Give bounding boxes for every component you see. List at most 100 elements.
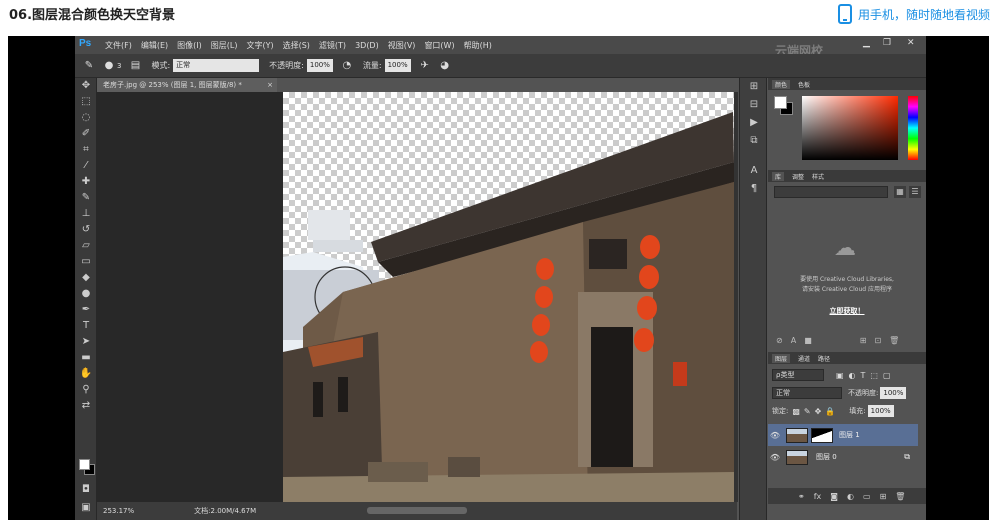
canvas[interactable] <box>283 92 734 502</box>
layer-filter-icons[interactable]: ▣◐T⬚▢ <box>836 371 896 380</box>
menu-layer[interactable]: 图层(L) <box>211 40 238 51</box>
grid-view-icon[interactable]: ▦ <box>894 186 906 198</box>
add-mask-icon[interactable]: ◙ <box>830 492 838 501</box>
character-icon[interactable]: A <box>740 162 768 180</box>
foreground-color-swatch[interactable] <box>79 459 90 470</box>
layer-opacity-input[interactable]: 100% <box>880 387 907 399</box>
zoom-tool-icon[interactable]: ⚲ <box>75 382 97 398</box>
adjustment-layer-icon[interactable]: ◐ <box>847 492 854 501</box>
minimize-button[interactable]: ▁ <box>863 38 870 48</box>
color-fg-swatch[interactable] <box>774 96 787 109</box>
get-now-link[interactable]: 立即获取！ <box>768 306 926 316</box>
menu-view[interactable]: 视图(V) <box>388 40 416 51</box>
layer-style-icon[interactable]: fx <box>814 492 822 501</box>
opacity-input[interactable]: 100% <box>306 59 333 72</box>
pen-tool-icon[interactable]: ✒ <box>75 302 97 318</box>
color-field[interactable] <box>802 96 898 160</box>
path-select-tool-icon[interactable]: ➤ <box>75 334 97 350</box>
lock-icons[interactable]: ▩✎✥🔒 <box>792 407 839 416</box>
layer-row-0[interactable]: 👁 图层 0 ⧉ <box>768 446 918 468</box>
mobile-link[interactable]: 用手机，随时随地看视频 <box>837 4 990 24</box>
tab-libraries[interactable]: 库 <box>772 171 785 181</box>
properties-icon[interactable]: ⊟ <box>740 96 768 114</box>
tab-channels[interactable]: 通道 <box>798 354 810 363</box>
type-tool-icon[interactable]: T <box>75 318 97 334</box>
visibility-eye-icon[interactable]: 👁 <box>768 453 782 462</box>
tab-styles[interactable]: 样式 <box>812 172 824 181</box>
pressure-opacity-icon[interactable]: ◔ <box>341 60 353 72</box>
tab-layers[interactable]: 图层 <box>772 353 791 363</box>
airbrush-icon[interactable]: ✈ <box>419 60 431 72</box>
eyedropper-tool-icon[interactable]: ⁄ <box>75 158 97 174</box>
brush-tool-icon[interactable]: ✎ <box>83 60 95 72</box>
move-tool-icon[interactable]: ✥ <box>75 78 97 94</box>
menu-type[interactable]: 文字(Y) <box>246 40 273 51</box>
delete-layer-icon[interactable]: 🗑 <box>895 492 905 501</box>
gradient-tool-icon[interactable]: ▭ <box>75 254 97 270</box>
mode-select[interactable]: 正常 <box>173 59 260 72</box>
restore-button[interactable]: ❐ <box>883 38 891 48</box>
fill-input[interactable]: 100% <box>867 405 894 417</box>
stamp-tool-icon[interactable]: ⊥ <box>75 206 97 222</box>
close-button[interactable]: ✕ <box>907 38 915 48</box>
link-layers-icon[interactable]: ⚭ <box>798 492 805 501</box>
menu-3d[interactable]: 3D(D) <box>355 41 379 50</box>
layer-mask-thumbnail[interactable] <box>811 427 833 443</box>
brush-tool-icon[interactable]: ✎ <box>75 190 97 206</box>
layer-filter-select[interactable]: ρ类型 <box>772 369 824 381</box>
mobile-link-label[interactable]: 用手机，随时随地看视频 <box>858 6 990 23</box>
healing-tool-icon[interactable]: ✚ <box>75 174 97 190</box>
menu-file[interactable]: 文件(F) <box>105 40 132 51</box>
new-group-icon[interactable]: ▭ <box>863 492 871 501</box>
dodge-tool-icon[interactable]: ● <box>75 286 97 302</box>
layer-row-1[interactable]: 👁 图层 1 <box>768 424 918 446</box>
eraser-tool-icon[interactable]: ▱ <box>75 238 97 254</box>
doc-info[interactable]: 文档:2.00M/4.67M <box>194 506 256 516</box>
tab-adjustments[interactable]: 调整 <box>792 172 804 181</box>
history-brush-tool-icon[interactable]: ↺ <box>75 222 97 238</box>
quick-select-tool-icon[interactable]: ✐ <box>75 126 97 142</box>
color-add-icon[interactable]: ■ <box>804 336 812 345</box>
tab-paths[interactable]: 路径 <box>818 354 830 363</box>
actions-icon[interactable]: ▶ <box>740 114 768 132</box>
quick-mask-icon[interactable]: ◘ <box>75 482 97 498</box>
library-options-icon[interactable]: ⊞ <box>860 336 867 345</box>
shape-tool-icon[interactable]: ▬ <box>75 350 97 366</box>
library-select[interactable] <box>774 186 888 198</box>
tab-swatches[interactable]: 色板 <box>798 80 810 89</box>
library-new-icon[interactable]: ⊡ <box>874 336 881 345</box>
marquee-tool-icon[interactable]: ⬚ <box>75 94 97 110</box>
document-tab[interactable]: 老房子.jpg @ 253% (图层 1, 图层蒙版/8) * × <box>97 78 277 92</box>
menu-image[interactable]: 图像(I) <box>177 40 202 51</box>
new-layer-icon[interactable]: ⊞ <box>880 492 887 501</box>
menu-select[interactable]: 选择(S) <box>283 40 310 51</box>
visibility-eye-icon[interactable]: 👁 <box>768 431 782 440</box>
crop-tool-icon[interactable]: ⌗ <box>75 142 97 158</box>
hue-slider[interactable] <box>908 96 918 160</box>
paragraph-icon[interactable]: ¶ <box>740 180 768 198</box>
tab-color[interactable]: 颜色 <box>772 79 791 89</box>
pressure-size-icon[interactable]: ◕ <box>439 60 451 72</box>
library-trash-icon[interactable]: 🗑 <box>889 336 899 345</box>
horizontal-scrollbar[interactable] <box>367 507 467 514</box>
zoom-level[interactable]: 253.17% <box>103 507 134 515</box>
hand-tool-icon[interactable]: ✋ <box>75 366 97 382</box>
history-icon[interactable]: ⊞ <box>740 78 768 96</box>
blur-tool-icon[interactable]: ◆ <box>75 270 97 286</box>
vertical-scrollbar[interactable] <box>734 92 738 502</box>
text-style-icon[interactable]: A <box>791 336 796 345</box>
brush-panel-icon[interactable]: ▤ <box>129 60 141 72</box>
list-view-icon[interactable]: ☰ <box>909 186 921 198</box>
menu-help[interactable]: 帮助(H) <box>464 40 492 51</box>
document-close-icon[interactable]: × <box>267 78 273 92</box>
link-icon[interactable]: ⊘ <box>776 336 783 345</box>
brush-preset-icon[interactable]: ● <box>103 60 115 72</box>
clone-source-icon[interactable]: ⧉ <box>740 132 768 150</box>
lasso-tool-icon[interactable]: ◌ <box>75 110 97 126</box>
menu-window[interactable]: 窗口(W) <box>424 40 454 51</box>
flow-input[interactable]: 100% <box>384 59 411 72</box>
blend-mode-select[interactable]: 正常 <box>772 387 842 399</box>
swap-colors-icon[interactable]: ⇄ <box>75 398 97 414</box>
menu-filter[interactable]: 滤镜(T) <box>319 40 346 51</box>
menu-edit[interactable]: 编辑(E) <box>141 40 168 51</box>
